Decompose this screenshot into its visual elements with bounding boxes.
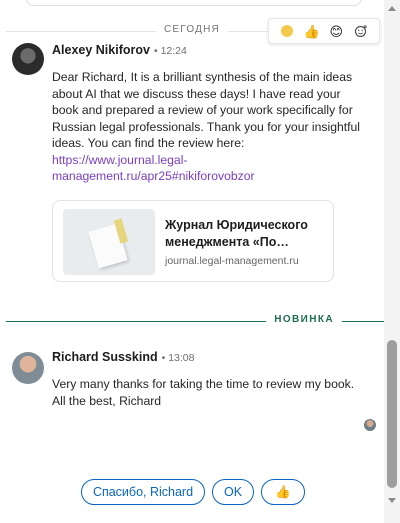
link-preview-card[interactable]: Журнал Юридического менеджмента «По… jou… <box>52 200 334 282</box>
thumbs-up-reaction-button[interactable]: 👍 <box>302 21 322 41</box>
scrollbar-thumb[interactable] <box>387 340 397 488</box>
quick-reply-thumbs-up-button[interactable]: 👍 <box>261 479 305 505</box>
message-sender: Alexey Nikiforov • 12:24 <box>52 43 187 57</box>
sender-name[interactable]: Alexey Nikiforov <box>52 43 150 57</box>
sender-avatar[interactable] <box>12 352 44 384</box>
new-messages-label: НОВИНКА <box>266 314 342 325</box>
date-separator-label: СЕГОДНЯ <box>156 24 228 35</box>
link-preview-domain: journal.legal-management.ru <box>165 255 299 267</box>
message-body: Very many thanks for taking the time to … <box>52 376 368 409</box>
quick-reply-ok-button[interactable]: OK <box>212 479 254 505</box>
add-reaction-icon <box>354 25 367 38</box>
thumbs-up-icon: 👍 <box>303 23 320 39</box>
message-body: Dear Richard, It is a brilliant synthesi… <box>52 69 368 185</box>
like-reaction-button[interactable] <box>277 21 297 41</box>
message-text: Very many thanks for taking the time to … <box>52 377 355 408</box>
smile-icon: 😊 <box>329 23 344 39</box>
message-time: • 12:24 <box>153 45 187 57</box>
new-messages-separator: НОВИНКА <box>0 312 384 330</box>
review-link[interactable]: https://www.journal.legal-management.ru/… <box>52 153 255 184</box>
message-text: Dear Richard, It is a brilliant synthesi… <box>52 70 361 150</box>
scroll-up-arrow-icon[interactable] <box>388 6 396 11</box>
reaction-toolbar: 👍 😊 <box>268 18 380 44</box>
sender-name[interactable]: Richard Susskind <box>52 350 158 364</box>
scroll-down-arrow-icon[interactable] <box>388 498 396 503</box>
scrollbar[interactable] <box>384 0 400 523</box>
sender-avatar[interactable] <box>12 43 44 75</box>
message-time: • 13:08 <box>161 352 195 364</box>
previous-message-card <box>26 0 362 6</box>
like-icon <box>281 25 294 37</box>
message-sender: Richard Susskind • 13:08 <box>52 350 194 364</box>
smile-reaction-button[interactable]: 😊 <box>326 21 346 41</box>
quick-reply-thanks-button[interactable]: Спасибо, Richard <box>81 479 205 505</box>
read-receipt-avatar <box>364 419 376 431</box>
add-reaction-button[interactable] <box>351 21 371 41</box>
link-preview-title: Журнал Юридического менеджмента «По… <box>165 218 308 249</box>
link-preview-thumbnail <box>63 209 155 275</box>
